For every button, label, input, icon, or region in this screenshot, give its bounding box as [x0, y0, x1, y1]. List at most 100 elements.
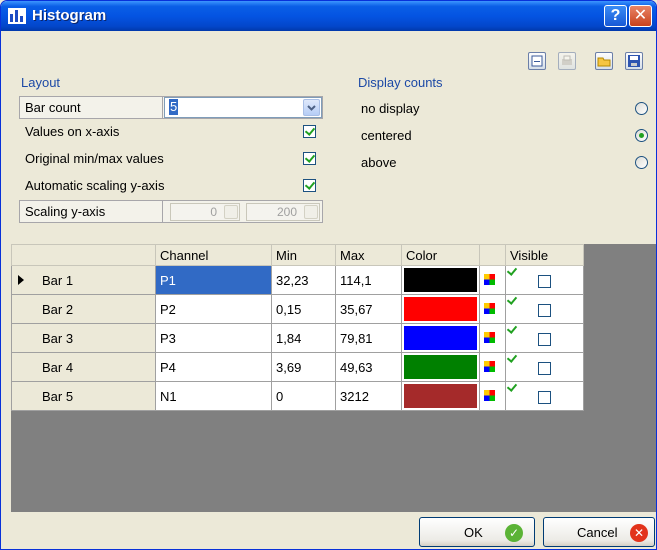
visible-checkbox[interactable]	[538, 332, 551, 346]
col-header-color[interactable]: Color	[401, 244, 480, 266]
bar-count-value: 5	[169, 99, 179, 115]
ok-button[interactable]: OK ✓	[419, 517, 535, 547]
help-button[interactable]: ?	[604, 5, 627, 27]
row-header[interactable]: Bar 3	[11, 323, 156, 353]
ok-label: OK	[464, 525, 483, 540]
color-picker-cell[interactable]	[479, 265, 506, 295]
table-row[interactable]: Bar 1 P1 32,23 114,1	[11, 265, 584, 295]
color-cell[interactable]	[401, 352, 480, 382]
color-swatch	[404, 297, 477, 321]
row-label: Bar 5	[42, 388, 74, 404]
chevron-down-icon[interactable]	[303, 99, 320, 116]
channel-cell[interactable]: P4	[155, 352, 272, 382]
visible-checkbox[interactable]	[538, 390, 551, 404]
color-cell[interactable]	[401, 265, 480, 295]
open-folder-icon[interactable]	[595, 52, 613, 70]
row-label: Bar 2	[42, 301, 74, 317]
table-header: Channel Min Max Color Visible	[11, 244, 584, 266]
palette-icon[interactable]	[484, 331, 495, 343]
col-header-channel[interactable]: Channel	[155, 244, 272, 266]
palette-icon[interactable]	[484, 273, 495, 285]
palette-icon[interactable]	[484, 302, 495, 314]
spinner-arrows-icon[interactable]	[304, 205, 318, 219]
options-icon[interactable]	[528, 52, 546, 70]
visible-cell[interactable]	[505, 381, 584, 411]
min-cell[interactable]: 32,23	[271, 265, 336, 295]
window-title: Histogram	[32, 7, 107, 24]
table-row[interactable]: Bar 3 P3 1,84 79,81	[11, 323, 584, 353]
max-cell[interactable]: 79,81	[335, 323, 402, 353]
row-header[interactable]: Bar 2	[11, 294, 156, 324]
min-cell[interactable]: 0	[271, 381, 336, 411]
bar-count-row: Bar count 5	[19, 96, 323, 119]
visible-checkbox[interactable]	[538, 274, 551, 288]
histogram-dialog: Histogram ? ✕ Layout Bar count 5 Values …	[0, 0, 657, 550]
table-row[interactable]: Bar 4 P4 3,69 49,63	[11, 352, 584, 382]
color-cell[interactable]	[401, 381, 480, 411]
spinner-arrows-icon[interactable]	[224, 205, 238, 219]
palette-icon[interactable]	[484, 389, 495, 401]
color-cell[interactable]	[401, 294, 480, 324]
table-row[interactable]: Bar 5 N1 0 3212	[11, 381, 584, 411]
radio-no-display[interactable]	[635, 102, 648, 115]
color-picker-cell[interactable]	[479, 381, 506, 411]
scaling-min-value: 0	[210, 205, 217, 219]
values-on-x-checkbox[interactable]	[303, 125, 316, 138]
channel-cell[interactable]: P1	[155, 265, 272, 295]
color-picker-cell[interactable]	[479, 294, 506, 324]
print-icon[interactable]	[558, 52, 576, 70]
row-label: Bar 3	[42, 330, 74, 346]
color-swatch	[404, 268, 477, 292]
close-button[interactable]: ✕	[629, 5, 652, 27]
visible-cell[interactable]	[505, 265, 584, 295]
radio-centered[interactable]	[635, 129, 648, 142]
col-header-max[interactable]: Max	[335, 244, 402, 266]
color-cell[interactable]	[401, 323, 480, 353]
auto-scaling-label: Automatic scaling y-axis	[25, 178, 165, 193]
visible-checkbox[interactable]	[538, 361, 551, 375]
max-cell[interactable]: 3212	[335, 381, 402, 411]
orig-minmax-checkbox[interactable]	[303, 152, 316, 165]
palette-icon[interactable]	[484, 360, 495, 372]
max-cell[interactable]: 114,1	[335, 265, 402, 295]
color-swatch	[404, 326, 477, 350]
channel-cell[interactable]: P3	[155, 323, 272, 353]
scaling-max-value: 200	[276, 205, 297, 219]
visible-cell[interactable]	[505, 352, 584, 382]
table-row[interactable]: Bar 2 P2 0,15 35,67	[11, 294, 584, 324]
scaling-min-spinner[interactable]: 0	[170, 203, 240, 221]
col-header-visible[interactable]: Visible	[505, 244, 584, 266]
bars-grid: Channel Min Max Color Visible Bar 1 P1 3…	[11, 244, 656, 512]
row-header[interactable]: Bar 4	[11, 352, 156, 382]
visible-cell[interactable]	[505, 323, 584, 353]
min-cell[interactable]: 1,84	[271, 323, 336, 353]
title-bar[interactable]: Histogram ? ✕	[1, 1, 656, 31]
channel-cell[interactable]: P2	[155, 294, 272, 324]
bar-count-select[interactable]: 5	[164, 97, 322, 118]
cancel-label: Cancel	[577, 525, 618, 540]
row-header[interactable]: Bar 5	[11, 381, 156, 411]
visible-cell[interactable]	[505, 294, 584, 324]
visible-checkbox[interactable]	[538, 303, 551, 317]
col-header-min[interactable]: Min	[271, 244, 336, 266]
min-cell[interactable]: 3,69	[271, 352, 336, 382]
save-icon[interactable]	[625, 52, 643, 70]
color-swatch	[404, 355, 477, 379]
min-cell[interactable]: 0,15	[271, 294, 336, 324]
auto-scaling-checkbox[interactable]	[303, 179, 316, 192]
row-header[interactable]: Bar 1	[11, 265, 156, 295]
channel-cell[interactable]: N1	[155, 381, 272, 411]
histogram-icon	[8, 8, 26, 24]
col-header-picker	[479, 244, 506, 266]
scaling-max-spinner[interactable]: 200	[246, 203, 320, 221]
row-label: Bar 4	[42, 359, 74, 375]
max-cell[interactable]: 49,63	[335, 352, 402, 382]
max-cell[interactable]: 35,67	[335, 294, 402, 324]
color-picker-cell[interactable]	[479, 352, 506, 382]
cancel-button[interactable]: Cancel ✕	[543, 517, 655, 547]
bar-count-label: Bar count	[20, 97, 163, 118]
option-no-display: no display	[361, 101, 420, 116]
current-row-icon	[18, 275, 24, 285]
color-picker-cell[interactable]	[479, 323, 506, 353]
radio-above[interactable]	[635, 156, 648, 169]
